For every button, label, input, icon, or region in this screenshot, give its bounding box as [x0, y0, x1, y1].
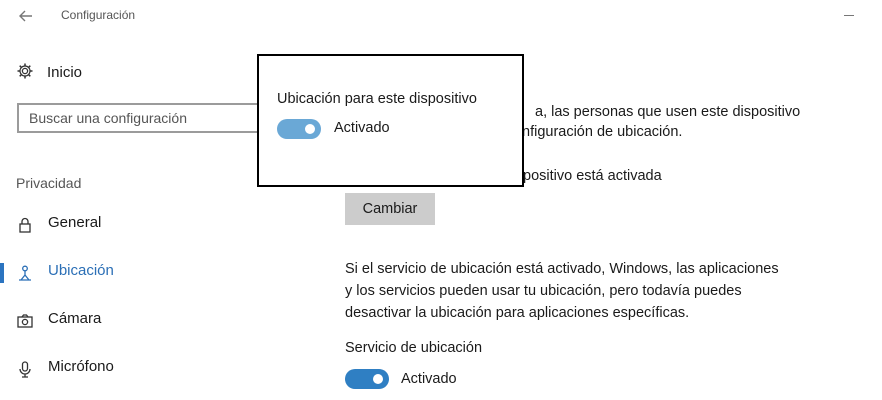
- active-indicator: [0, 263, 4, 283]
- microphone-icon: [16, 360, 34, 378]
- section-label: Privacidad: [16, 175, 82, 191]
- sidebar-item-label: General: [48, 214, 102, 231]
- device-location-status: positivo está activada: [523, 168, 662, 184]
- sidebar-item-ubicacion[interactable]: Ubicación: [0, 254, 260, 290]
- toggle-knob: [305, 124, 315, 134]
- search-box[interactable]: [17, 103, 260, 133]
- location-service-toggle-label: Activado: [401, 371, 457, 387]
- location-service-title: Servicio de ubicación: [345, 340, 483, 356]
- sidebar-item-label: Ubicación: [48, 262, 114, 279]
- sidebar-item-microfono[interactable]: Micrófono: [0, 350, 260, 386]
- camera-icon: [16, 312, 34, 330]
- sidebar-item-camara[interactable]: Cámara: [0, 302, 260, 338]
- sidebar: Inicio Privacidad General Ubicación Cáma…: [0, 32, 260, 400]
- location-service-description: Si el servicio de ubicación está activad…: [345, 261, 779, 321]
- home-link[interactable]: Inicio: [16, 62, 82, 85]
- gear-icon: [16, 62, 34, 85]
- window-title: Configuración: [61, 8, 136, 22]
- popup-title: Ubicación para este dispositivo: [277, 91, 477, 107]
- lock-icon: [16, 216, 34, 234]
- toggle-knob: [373, 374, 383, 384]
- sidebar-item-label: Micrófono: [48, 358, 114, 375]
- device-location-toggle-label: Activado: [334, 120, 390, 136]
- search-input[interactable]: [19, 105, 259, 131]
- device-location-popup: Ubicación para este dispositivo Activado: [257, 54, 524, 187]
- intro-text-line2: nfiguración de ubicación.: [522, 124, 683, 140]
- intro-text-line1: a, las personas que usen este dispositiv…: [535, 104, 801, 120]
- device-location-toggle[interactable]: [277, 119, 321, 139]
- change-button[interactable]: Cambiar: [345, 193, 435, 225]
- home-label: Inicio: [47, 64, 83, 81]
- sidebar-item-label: Cámara: [48, 310, 102, 327]
- location-person-icon: [16, 264, 34, 282]
- back-arrow-icon[interactable]: [16, 6, 36, 26]
- sidebar-item-general[interactable]: General: [0, 206, 260, 242]
- location-service-toggle[interactable]: [345, 369, 389, 389]
